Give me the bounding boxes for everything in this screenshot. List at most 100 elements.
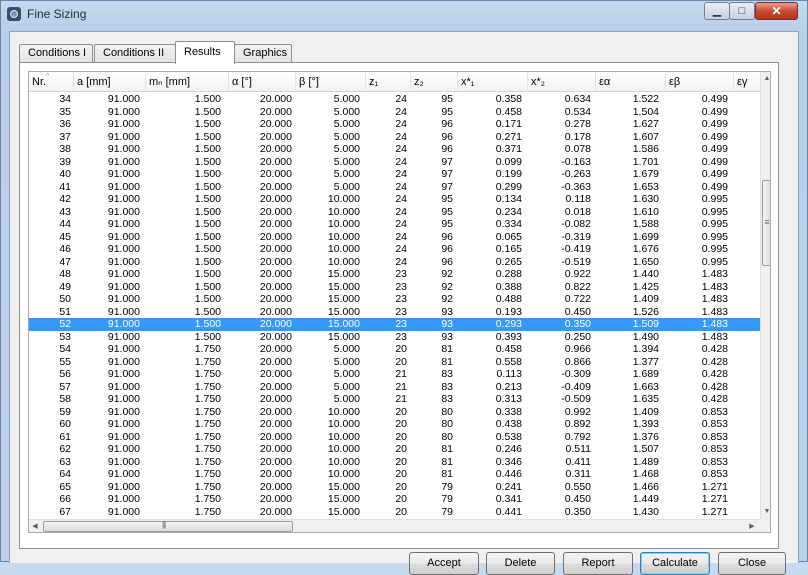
report-button[interactable]: Report (563, 552, 633, 575)
table-row[interactable]: 39 91.000 1.500 20.000 5.000 24 97 0.099 -0.163 1… (29, 156, 760, 169)
table-row[interactable]: 54 91.000 1.750 20.000 5.000 20 81 0.458 0.966 1.… (29, 343, 760, 356)
table-row[interactable]: 41 91.000 1.500 20.000 5.000 24 97 0.299 -0.363 1… (29, 181, 760, 194)
cell-eps-alpha: 1.689 (632, 368, 659, 380)
cell-nr: 37 (59, 130, 71, 143)
cell-nr: 48 (59, 268, 71, 280)
column-header-3[interactable]: α [°] (229, 72, 296, 92)
table-row[interactable]: 40 91.000 1.500 20.000 5.000 24 97 0.199 -0.263 1… (29, 168, 760, 181)
column-header-5[interactable]: z₁ (366, 72, 411, 92)
cell-eps-alpha: 1.449 (632, 493, 659, 505)
column-header-7[interactable]: x*₁ (458, 72, 528, 92)
close-button[interactable]: Close (718, 552, 786, 575)
cell-alpha: 20.000 (259, 118, 292, 130)
table-row[interactable]: 36 91.000 1.500 20.000 5.000 24 96 0.171 0.278 1.… (29, 118, 760, 131)
cell-eps-alpha: 1.377 (632, 355, 659, 368)
cell-eps-alpha: 1.409 (632, 405, 659, 418)
cell-eps-alpha: 1.393 (632, 418, 659, 430)
cell-a: 91.000 (107, 505, 140, 518)
cell-nr: 52 (59, 318, 71, 330)
cell-beta: 5.000 (333, 355, 360, 368)
cell-eps-beta: 0.428 (701, 343, 728, 355)
cell-mn: 1.500 (194, 93, 221, 105)
scroll-left-icon[interactable]: ◀ (29, 520, 41, 532)
column-header-2[interactable]: mₙ [mm] (146, 72, 229, 92)
cell-z2: 95 (441, 193, 453, 205)
table-row[interactable]: 62 91.000 1.750 20.000 10.000 20 81 0.246 0.511 1… (29, 443, 760, 456)
cell-z2: 81 (441, 343, 453, 355)
table-row[interactable]: 37 91.000 1.500 20.000 5.000 24 96 0.271 0.178 1.… (29, 131, 760, 144)
column-header-0[interactable]: Nr. ^ (29, 72, 74, 92)
cell-alpha: 20.000 (259, 180, 292, 193)
cell-eps-beta: 0.499 (701, 118, 728, 130)
horizontal-scroll-thumb[interactable] (43, 520, 293, 532)
table-row[interactable]: 63 91.000 1.750 20.000 10.000 20 81 0.346 0.411 1… (29, 456, 760, 469)
cell-nr: 55 (59, 355, 71, 368)
table-row[interactable]: 43 91.000 1.500 20.000 10.000 24 95 0.234 0.018 1… (29, 206, 760, 219)
table-row[interactable]: 49 91.000 1.500 20.000 15.000 23 92 0.388 0.822 1… (29, 281, 760, 294)
cell-z2: 93 (441, 318, 453, 330)
cell-mn: 1.750 (194, 443, 221, 455)
cell-beta: 5.000 (333, 368, 360, 380)
table-row[interactable]: 34 91.000 1.500 20.000 5.000 24 95 0.358 0.634 1.… (29, 93, 760, 106)
table-row[interactable]: 56 91.000 1.750 20.000 5.000 21 83 0.113 -0.309 1… (29, 368, 760, 381)
table-row[interactable]: 42 91.000 1.500 20.000 10.000 24 95 0.134 0.118 1… (29, 193, 760, 206)
table-row[interactable]: 51 91.000 1.500 20.000 15.000 23 93 0.193 0.450 1… (29, 306, 760, 319)
cell-alpha: 20.000 (259, 405, 292, 418)
cell-alpha: 20.000 (259, 393, 292, 405)
table-row[interactable]: 53 91.000 1.500 20.000 15.000 23 93 0.393 0.250 1… (29, 331, 760, 344)
tab-conditions-2[interactable]: Conditions II (94, 44, 176, 63)
scroll-right-icon[interactable]: ▶ (746, 520, 758, 532)
column-header-9[interactable]: εα (596, 72, 666, 92)
cell-a: 91.000 (107, 293, 140, 305)
cell-z2: 95 (441, 93, 453, 105)
tab-results[interactable]: Results (175, 41, 235, 64)
table-row[interactable]: 50 91.000 1.500 20.000 15.000 23 92 0.488 0.722 1… (29, 293, 760, 306)
cell-a: 91.000 (107, 393, 140, 405)
cell-z2: 97 (441, 180, 453, 193)
maximize-button[interactable]: □ (729, 2, 755, 20)
cell-alpha: 20.000 (259, 93, 292, 105)
column-header-10[interactable]: εβ (666, 72, 734, 92)
close-window-button[interactable]: ✕ (755, 2, 798, 20)
scroll-up-icon[interactable]: ▲ (761, 72, 770, 86)
table-row[interactable]: 59 91.000 1.750 20.000 10.000 20 80 0.338 0.992 1… (29, 406, 760, 419)
table-row[interactable]: 45 91.000 1.500 20.000 10.000 24 96 0.065 -0.319… (29, 231, 760, 244)
table-row[interactable]: 52 91.000 1.500 20.000 15.000 23 93 0.293 0.350 1… (29, 318, 760, 331)
cell-z1: 23 (395, 268, 407, 280)
minimize-button[interactable]: ▁ (704, 2, 730, 20)
table-row[interactable]: 47 91.000 1.500 20.000 10.000 24 96 0.265 -0.519… (29, 256, 760, 269)
accept-button[interactable]: Accept (409, 552, 479, 575)
table-row[interactable]: 48 91.000 1.500 20.000 15.000 23 92 0.288 0.922 1… (29, 268, 760, 281)
cell-alpha: 20.000 (259, 455, 292, 468)
table-row[interactable]: 44 91.000 1.500 20.000 10.000 24 95 0.334 -0.082… (29, 218, 760, 231)
table-row[interactable]: 35 91.000 1.500 20.000 5.000 24 95 0.458 0.534 1.… (29, 106, 760, 119)
column-header-1[interactable]: a [mm] (74, 72, 146, 92)
column-header-6[interactable]: z₂ (411, 72, 458, 92)
table-row[interactable]: 58 91.000 1.750 20.000 5.000 21 83 0.313 -0.509 1… (29, 393, 760, 406)
table-row[interactable]: 64 91.000 1.750 20.000 10.000 20 81 0.446 0.311 1… (29, 468, 760, 481)
vertical-scroll-thumb[interactable] (762, 180, 770, 266)
table-row[interactable]: 65 91.000 1.750 20.000 15.000 20 79 0.241 0.550 1… (29, 481, 760, 494)
calculate-button[interactable]: Calculate (640, 552, 710, 575)
scroll-down-icon[interactable]: ▼ (761, 505, 770, 519)
vertical-scrollbar[interactable]: ▲ ▼ (760, 72, 770, 520)
cell-x1: 0.113 (496, 368, 523, 380)
column-header-4[interactable]: β [°] (296, 72, 366, 92)
tab-graphics[interactable]: Graphics (234, 44, 292, 63)
delete-button[interactable]: Delete (486, 552, 555, 575)
table-row[interactable]: 46 91.000 1.500 20.000 10.000 24 96 0.165 -0.419… (29, 243, 760, 256)
cell-alpha: 20.000 (259, 305, 292, 318)
horizontal-scrollbar[interactable]: ◀ ▶ (29, 519, 760, 532)
table-row[interactable]: 60 91.000 1.750 20.000 10.000 20 80 0.438 0.892 1… (29, 418, 760, 431)
column-header-8[interactable]: x*₂ (528, 72, 596, 92)
table-row[interactable]: 38 91.000 1.500 20.000 5.000 24 96 0.371 0.078 1.… (29, 143, 760, 156)
tab-conditions-1[interactable]: Conditions I (19, 44, 93, 63)
table-row[interactable]: 57 91.000 1.750 20.000 5.000 21 83 0.213 -0.409 1… (29, 381, 760, 394)
table-row[interactable]: 67 91.000 1.750 20.000 15.000 20 79 0.441 0.350 1… (29, 506, 760, 519)
table-row[interactable]: 66 91.000 1.750 20.000 15.000 20 79 0.341 0.450 1… (29, 493, 760, 506)
title-bar[interactable]: Fine Sizing ▁ □ ✕ (1, 1, 807, 29)
table-row[interactable]: 55 91.000 1.750 20.000 5.000 20 81 0.558 0.866 1.… (29, 356, 760, 369)
cell-z1: 24 (395, 243, 407, 255)
table-row[interactable]: 61 91.000 1.750 20.000 10.000 20 80 0.538 0.792 1… (29, 431, 760, 444)
cell-z1: 20 (395, 468, 407, 480)
